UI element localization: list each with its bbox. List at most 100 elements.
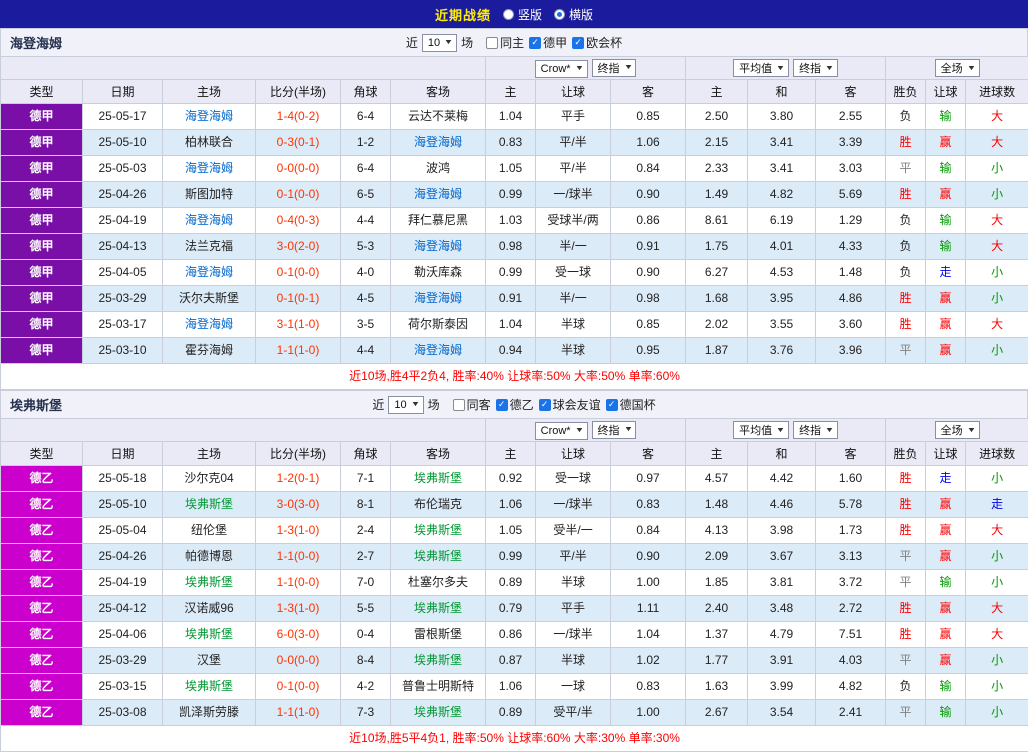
competition-filter[interactable]: ✓德国杯 bbox=[606, 396, 656, 413]
competition-filter[interactable]: ✓德乙 bbox=[496, 396, 534, 413]
avg-draw-odds-cell: 3.91 bbox=[748, 648, 816, 674]
match-result-cell: 负 bbox=[886, 234, 926, 260]
date-cell: 25-05-18 bbox=[83, 466, 163, 492]
corners-cell: 7-3 bbox=[341, 700, 391, 726]
away-team-cell[interactable]: 埃弗斯堡 bbox=[391, 518, 486, 544]
home-team-cell[interactable]: 纽伦堡 bbox=[163, 518, 256, 544]
away-team-cell[interactable]: 海登海姆 bbox=[391, 130, 486, 156]
average-select[interactable]: 平均值 ▼ bbox=[733, 421, 789, 439]
column-headers-row: 类型 日期 主场 比分(半场) 角球 客场 主 让球 客 主 和 客 胜负 让球… bbox=[1, 442, 1028, 466]
corners-cell: 5-3 bbox=[341, 234, 391, 260]
away-team-cell[interactable]: 海登海姆 bbox=[391, 182, 486, 208]
away-team-cell[interactable]: 杜塞尔多夫 bbox=[391, 570, 486, 596]
col-avg-home: 主 bbox=[686, 80, 748, 104]
home-team-cell[interactable]: 海登海姆 bbox=[163, 104, 256, 130]
home-team-cell[interactable]: 沃尔夫斯堡 bbox=[163, 286, 256, 312]
home-team-cell[interactable]: 汉堡 bbox=[163, 648, 256, 674]
away-team-cell[interactable]: 埃弗斯堡 bbox=[391, 648, 486, 674]
checkbox-icon: ✓ bbox=[606, 399, 618, 411]
match-count-select[interactable]: 10 ▼ bbox=[388, 396, 423, 414]
bookmaker-select[interactable]: Crow* ▼ bbox=[535, 60, 588, 78]
competition-filter[interactable]: 同客 bbox=[453, 396, 491, 413]
europe-index-select[interactable]: 终指 ▼ bbox=[793, 421, 838, 439]
handicap-result-cell: 赢 bbox=[926, 648, 966, 674]
avg-home-odds-cell: 1.77 bbox=[686, 648, 748, 674]
away-team-cell[interactable]: 勒沃库森 bbox=[391, 260, 486, 286]
away-team-cell[interactable]: 埃弗斯堡 bbox=[391, 700, 486, 726]
home-team-cell[interactable]: 海登海姆 bbox=[163, 208, 256, 234]
home-team-cell[interactable]: 汉诺威96 bbox=[163, 596, 256, 622]
avg-away-odds-cell: 3.03 bbox=[816, 156, 886, 182]
summary-text: 近10场,胜4平2负4, 胜率:40% 让球率:50% 大率:50% 单率:60… bbox=[349, 369, 680, 383]
competition-filter[interactable]: ✓欧会杯 bbox=[572, 34, 622, 51]
home-odds-cell: 0.99 bbox=[486, 182, 536, 208]
chevron-down-icon: ▼ bbox=[574, 427, 584, 434]
score-cell: 3-0(3-0) bbox=[256, 492, 341, 518]
home-team-cell[interactable]: 埃弗斯堡 bbox=[163, 492, 256, 518]
match-count-select[interactable]: 10 ▼ bbox=[422, 34, 457, 52]
avg-draw-odds-cell: 3.81 bbox=[748, 570, 816, 596]
match-count-value: 10 bbox=[394, 399, 406, 411]
radio-icon bbox=[503, 9, 514, 20]
home-odds-cell: 0.87 bbox=[486, 648, 536, 674]
handicap-cell: 半/一 bbox=[536, 286, 611, 312]
home-team-cell[interactable]: 海登海姆 bbox=[163, 260, 256, 286]
competition-filter[interactable]: 同主 bbox=[486, 34, 524, 51]
handicap-cell: 平手 bbox=[536, 596, 611, 622]
corners-cell: 8-4 bbox=[341, 648, 391, 674]
away-team-cell[interactable]: 埃弗斯堡 bbox=[391, 466, 486, 492]
chevron-down-icon: ▼ bbox=[776, 427, 786, 434]
score-cell: 0-0(0-0) bbox=[256, 156, 341, 182]
away-team-cell[interactable]: 波鸿 bbox=[391, 156, 486, 182]
summary-row: 近10场,胜4平2负4, 胜率:40% 让球率:50% 大率:50% 单率:60… bbox=[1, 364, 1028, 390]
avg-away-odds-cell: 4.03 bbox=[816, 648, 886, 674]
view-option-vertical[interactable]: 竖版 bbox=[503, 6, 542, 23]
away-team-cell[interactable]: 埃弗斯堡 bbox=[391, 544, 486, 570]
goals-result-cell: 大 bbox=[966, 130, 1028, 156]
home-team-cell[interactable]: 埃弗斯堡 bbox=[163, 570, 256, 596]
goals-result-cell: 大 bbox=[966, 208, 1028, 234]
away-team-cell[interactable]: 海登海姆 bbox=[391, 286, 486, 312]
home-team-cell[interactable]: 霍芬海姆 bbox=[163, 338, 256, 364]
home-team-cell[interactable]: 海登海姆 bbox=[163, 312, 256, 338]
handicap-index-select[interactable]: 终指 ▼ bbox=[592, 59, 637, 77]
col-type: 类型 bbox=[1, 442, 83, 466]
away-team-cell[interactable]: 荷尔斯泰因 bbox=[391, 312, 486, 338]
competition-filter[interactable]: ✓德甲 bbox=[529, 34, 567, 51]
home-team-cell[interactable]: 帕德博恩 bbox=[163, 544, 256, 570]
scope-select[interactable]: 全场 ▼ bbox=[935, 421, 980, 439]
away-team-cell[interactable]: 埃弗斯堡 bbox=[391, 596, 486, 622]
home-team-cell[interactable]: 凯泽斯劳滕 bbox=[163, 700, 256, 726]
away-team-cell[interactable]: 云达不莱梅 bbox=[391, 104, 486, 130]
handicap-result-cell: 输 bbox=[926, 234, 966, 260]
competition-filter[interactable]: ✓球会友谊 bbox=[539, 396, 601, 413]
home-team-cell[interactable]: 沙尔克04 bbox=[163, 466, 256, 492]
view-option-horizontal[interactable]: 横版 bbox=[554, 6, 593, 23]
scope-select[interactable]: 全场 ▼ bbox=[935, 59, 980, 77]
away-team-cell[interactable]: 布伦瑞克 bbox=[391, 492, 486, 518]
handicap-index-select[interactable]: 终指 ▼ bbox=[592, 421, 637, 439]
away-odds-cell: 0.90 bbox=[611, 182, 686, 208]
away-team-cell[interactable]: 拜仁慕尼黑 bbox=[391, 208, 486, 234]
away-team-cell[interactable]: 海登海姆 bbox=[391, 234, 486, 260]
europe-index-select[interactable]: 终指 ▼ bbox=[793, 59, 838, 77]
avg-draw-odds-cell: 4.82 bbox=[748, 182, 816, 208]
handicap-result-cell: 赢 bbox=[926, 130, 966, 156]
checkbox-icon: ✓ bbox=[539, 399, 551, 411]
away-odds-cell: 0.90 bbox=[611, 544, 686, 570]
home-team-cell[interactable]: 斯图加特 bbox=[163, 182, 256, 208]
match-row: 德甲25-03-10霍芬海姆1-1(1-0)4-4海登海姆0.94半球0.951… bbox=[1, 338, 1028, 364]
date-cell: 25-03-29 bbox=[83, 286, 163, 312]
home-team-cell[interactable]: 海登海姆 bbox=[163, 156, 256, 182]
average-select[interactable]: 平均值 ▼ bbox=[733, 59, 789, 77]
section-header: 埃弗斯堡 近 10 ▼ 场 同客✓德乙✓球会友谊✓德国杯 bbox=[0, 390, 1028, 418]
home-team-cell[interactable]: 埃弗斯堡 bbox=[163, 674, 256, 700]
date-cell: 25-05-04 bbox=[83, 518, 163, 544]
home-team-cell[interactable]: 埃弗斯堡 bbox=[163, 622, 256, 648]
home-team-cell[interactable]: 法兰克福 bbox=[163, 234, 256, 260]
away-team-cell[interactable]: 雷根斯堡 bbox=[391, 622, 486, 648]
home-team-cell[interactable]: 柏林联合 bbox=[163, 130, 256, 156]
away-team-cell[interactable]: 海登海姆 bbox=[391, 338, 486, 364]
away-team-cell[interactable]: 普鲁士明斯特 bbox=[391, 674, 486, 700]
bookmaker-select[interactable]: Crow* ▼ bbox=[535, 422, 588, 440]
